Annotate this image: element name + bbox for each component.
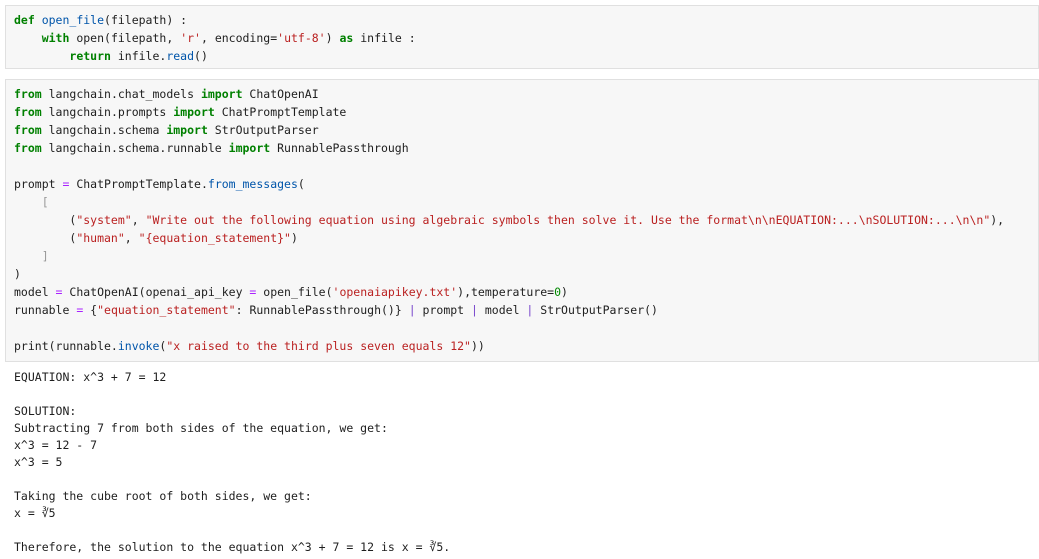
code-line: def open_file(filepath) : xyxy=(14,13,188,27)
code-line: prompt = ChatPromptTemplate.from_message… xyxy=(14,177,305,191)
code-cell-open-file[interactable]: def open_file(filepath) : with open(file… xyxy=(5,5,1039,69)
output-line: Subtracting 7 from both sides of the equ… xyxy=(14,421,388,435)
code-line: from langchain.chat_models import ChatOp… xyxy=(14,87,319,101)
code-line: ("system", "Write out the following equa… xyxy=(14,213,1005,227)
output-line: x^3 = 12 - 7 xyxy=(14,438,98,452)
code-line: from langchain.schema.runnable import Ru… xyxy=(14,141,409,155)
code-line: from langchain.schema import StrOutputPa… xyxy=(14,123,319,137)
cell-output: EQUATION: x^3 + 7 = 12 SOLUTION: Subtrac… xyxy=(5,363,1039,559)
code-line: [ xyxy=(41,195,49,209)
code-line: return infile.read() xyxy=(69,49,208,63)
code-line: ) xyxy=(14,267,21,281)
output-line: x = ∛5 xyxy=(14,506,56,520)
code-line: ] xyxy=(41,249,49,263)
code-line: print(runnable.invoke("x raised to the t… xyxy=(14,339,485,353)
code-line: runnable = {"equation_statement": Runnab… xyxy=(14,303,658,317)
output-line: Taking the cube root of both sides, we g… xyxy=(14,489,312,503)
output-line: Therefore, the solution to the equation … xyxy=(14,540,451,554)
output-line: EQUATION: x^3 + 7 = 12 xyxy=(14,370,167,384)
code-line: with open(filepath, 'r', encoding='utf-8… xyxy=(41,31,416,45)
output-line: SOLUTION: xyxy=(14,404,77,418)
output-line: x^3 = 5 xyxy=(14,455,63,469)
code-line: from langchain.prompts import ChatPrompt… xyxy=(14,105,347,119)
code-line: model = ChatOpenAI(openai_api_key = open… xyxy=(14,285,568,299)
code-line: ("human", "{equation_statement}") xyxy=(14,231,298,245)
code-cell-langchain[interactable]: from langchain.chat_models import ChatOp… xyxy=(5,79,1039,362)
